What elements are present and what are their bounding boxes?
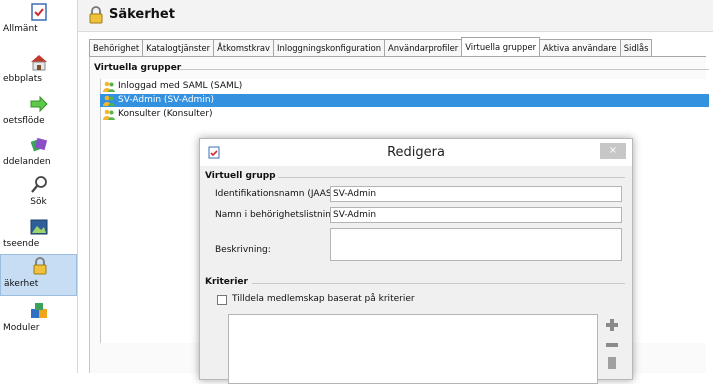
description-field[interactable] [330, 228, 622, 261]
edit-dialog: Redigera × Virtuell grupp Identifikation… [199, 138, 633, 384]
page-title: Säkerhet [109, 7, 175, 22]
nav-item-webbplats[interactable]: ebbplats [0, 53, 77, 93]
tab-aktiva-anvandare[interactable]: Aktiva användare [539, 39, 621, 56]
tab-atkomstkrav[interactable]: Åtkomstkrav [213, 39, 275, 56]
group-divider [180, 69, 709, 70]
list-item-label: Inloggad med SAML (SAML) [118, 81, 243, 91]
page-header: Säkerhet [78, 0, 713, 32]
list-item-label: Konsulter (Konsulter) [118, 109, 213, 119]
dialog-title: Redigera [387, 145, 445, 160]
tab-anvandarprofiler[interactable]: Användarprofiler [384, 39, 463, 56]
nav-item-arbetsflode[interactable]: oetsflöde [0, 95, 77, 135]
section-divider [278, 177, 625, 178]
list-item[interactable]: Konsulter (Konsulter) [100, 108, 709, 121]
nav-label: Sök [30, 197, 47, 207]
group-title: Virtuella grupper [94, 63, 182, 73]
tab-katalogtjanster[interactable]: Katalogtjänster [142, 39, 215, 56]
list-item-label: SV-Admin (SV-Admin) [118, 95, 215, 105]
nav-label: oetsflöde [3, 116, 45, 126]
tab-virtuella-grupper[interactable]: Virtuella grupper [461, 37, 541, 56]
dialog-titlebar[interactable]: Redigera × [200, 139, 632, 166]
description-label: Beskrivning: [215, 245, 271, 255]
nav-label: Allmänt [3, 24, 38, 34]
section-title: Kriterier [205, 277, 248, 287]
nav-item-sok[interactable]: Sök [0, 176, 77, 216]
add-icon[interactable] [605, 319, 619, 331]
section-divider [252, 283, 625, 284]
nav-item-meddelanden[interactable]: ddelanden [0, 136, 77, 176]
criteria-checkbox-label: Tilldela medlemskap baserat på kriterier [232, 294, 415, 304]
tab-inloggningskonfiguration[interactable]: Inloggningskonfiguration [273, 39, 385, 56]
nav-item-moduler[interactable]: Moduler [0, 302, 77, 342]
criteria-checkbox[interactable] [217, 295, 227, 305]
nav-item-sakerhet[interactable]: äkerhet [0, 254, 77, 296]
nav-label: ddelanden [3, 157, 51, 167]
document-icon[interactable] [605, 357, 619, 369]
nav-label: tseende [3, 239, 40, 249]
nav-item-allmant[interactable]: Allmänt [0, 3, 77, 43]
id-field[interactable]: SV-Admin [330, 186, 622, 202]
section-title: Virtuell grupp [205, 171, 276, 181]
list-item[interactable]: Inloggad med SAML (SAML) [100, 80, 709, 93]
padlock-icon [88, 6, 104, 27]
nav-label: äkerhet [4, 279, 39, 289]
close-button[interactable]: × [600, 143, 626, 159]
tab-bar: Behörighet Katalogtjänster Åtkomstkrav I… [89, 37, 653, 57]
nav-label: Moduler [3, 323, 40, 333]
id-label: Identifikationsnamn (JAAS): [215, 189, 339, 199]
tab-sidlas[interactable]: Sidlås [619, 39, 653, 56]
list-item-selected[interactable]: SV-Admin (SV-Admin) [100, 94, 709, 107]
remove-icon[interactable] [605, 339, 619, 351]
name-label: Namn i behörighetslistning: [215, 210, 340, 220]
tab-behorighet[interactable]: Behörighet [89, 39, 144, 56]
criteria-list[interactable] [228, 314, 598, 384]
left-navigation: Allmänt ebbplats oetsflöde ddelanden Sök… [0, 0, 78, 373]
nav-item-utseende[interactable]: tseende [0, 218, 77, 258]
nav-label: ebbplats [3, 74, 42, 84]
name-field[interactable]: SV-Admin [330, 207, 622, 223]
